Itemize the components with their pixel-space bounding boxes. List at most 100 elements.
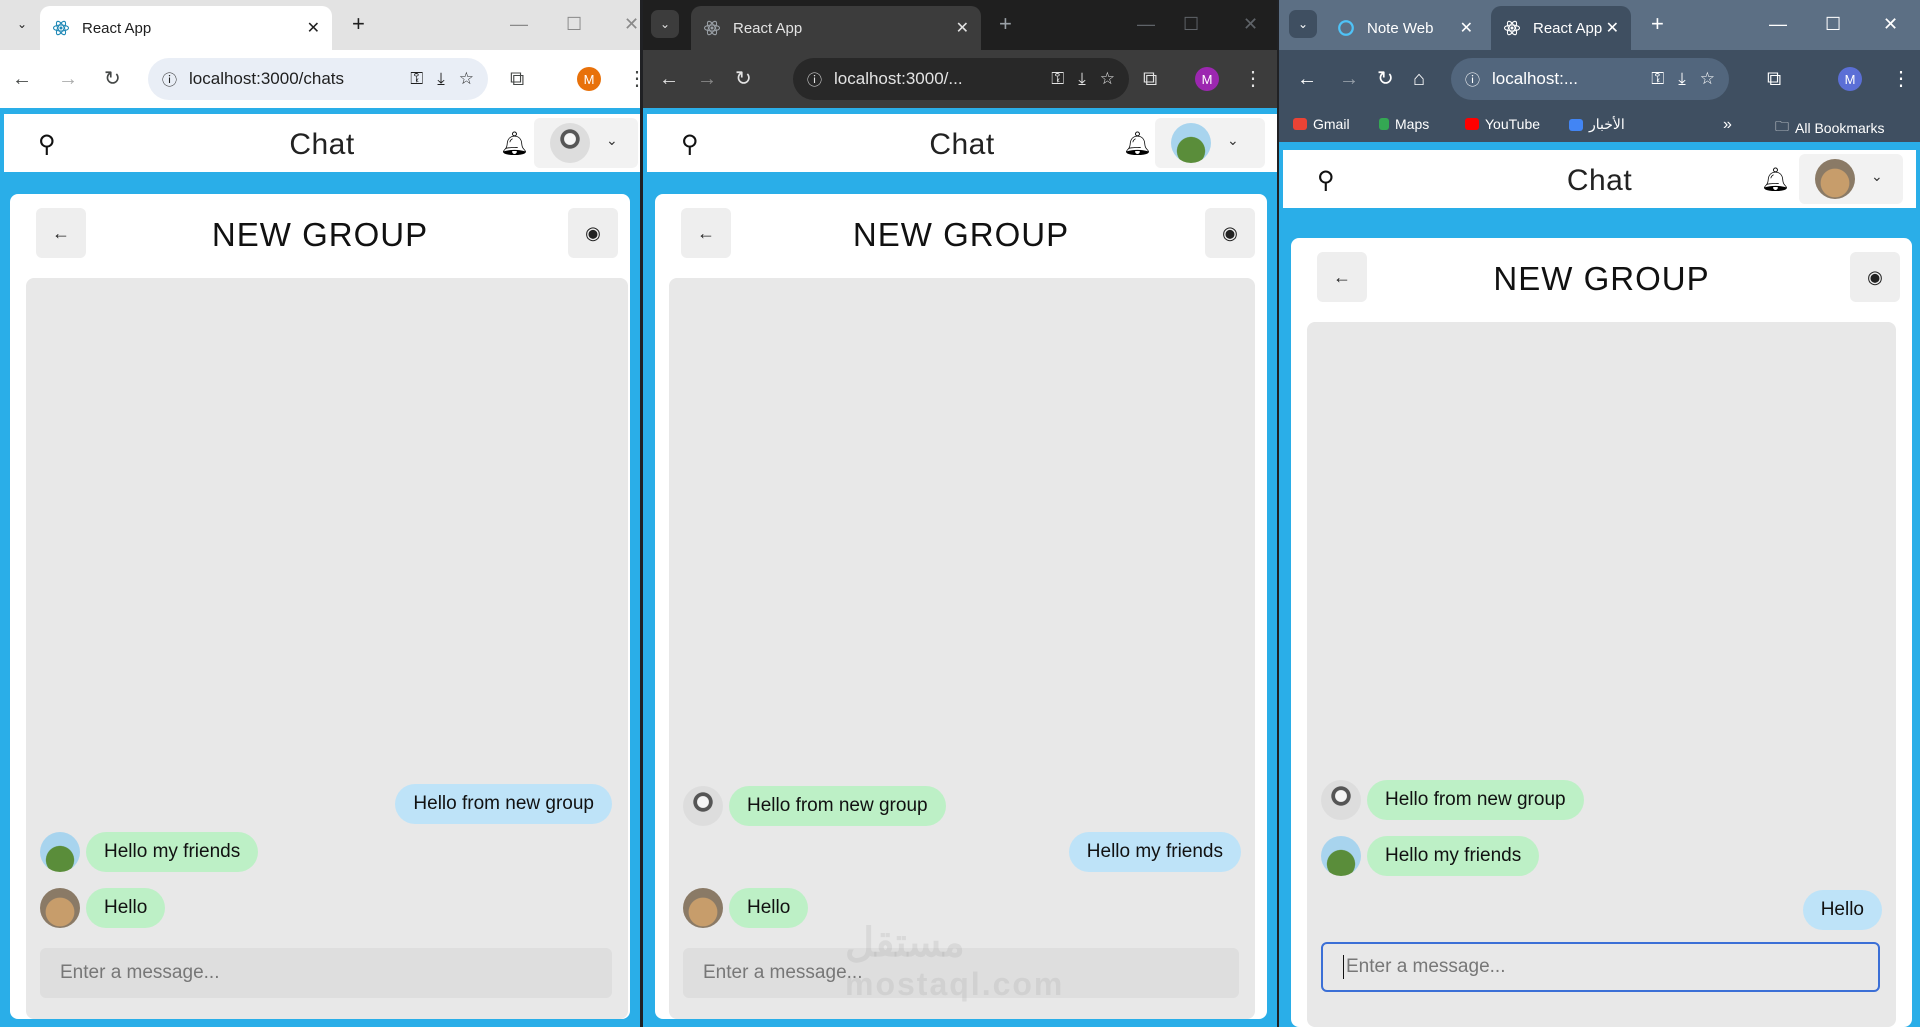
address-bar[interactable]: ⓘ localhost:3000/chats ⚿ ⤓ ☆ [148,58,488,100]
close-icon[interactable]: ✕ [307,18,320,38]
reload-icon[interactable]: ↻ [104,65,121,93]
tab-search-chevron-icon[interactable]: ⌄ [1289,10,1317,38]
tab-react-app[interactable]: React App ✕ [40,6,332,50]
bookmark-youtube[interactable]: YouTube [1465,116,1540,132]
close-icon[interactable]: ✕ [1606,18,1619,38]
message-input[interactable]: Enter a message... [1321,942,1880,992]
maximize-icon[interactable]: ☐ [566,12,582,36]
site-info-icon[interactable]: ⓘ [1465,69,1480,90]
plus-icon[interactable]: + [999,12,1012,36]
menu-icon[interactable]: ⋮ [627,65,640,93]
app-header: ⚲ Chat 🔔︎ ⌄ [647,114,1277,172]
news-icon [1569,118,1583,131]
message-bubble: Hello from new group [395,784,612,824]
install-icon[interactable]: ⤓ [437,69,445,89]
message-bubble: Hello my friends [1367,836,1540,876]
tab-react-app[interactable]: React App ✕ [691,6,981,50]
tab-title: React App [733,19,803,37]
message-bubble: Hello [729,888,809,928]
site-info-icon[interactable]: ⓘ [807,69,822,90]
app-header: ⚲ Chat 🔔︎ ⌄ [4,114,640,172]
arrow-left-icon[interactable]: ← [659,65,679,93]
avatar [683,786,723,826]
tab-search-chevron-icon[interactable]: ⌄ [651,10,679,38]
profile-menu[interactable]: ⌄ [1155,118,1265,168]
eye-icon: ◉ [1867,266,1883,287]
tab-title: React App [82,19,152,37]
bookmark-news[interactable]: الأخبار [1569,116,1625,133]
url-text: localhost:... [1492,69,1579,88]
tab-search-chevron-icon[interactable]: ⌄ [8,10,36,38]
plus-icon[interactable]: + [352,12,365,36]
arrow-left-icon[interactable]: ← [1297,65,1317,93]
maps-icon [1379,118,1389,130]
avatar [40,888,80,928]
arrow-left-icon[interactable]: ← [12,65,32,93]
view-group-button[interactable]: ◉ [568,208,618,258]
bookmark-all[interactable]: 🗀︎ All Bookmarks [1775,116,1884,140]
minimize-icon[interactable]: — [1137,12,1155,36]
address-bar[interactable]: ⓘ localhost:... ⚿ ⤓ ☆ [1451,58,1729,100]
bookmark-gmail[interactable]: Gmail [1293,116,1350,132]
install-icon[interactable]: ⤓ [1078,69,1086,89]
maximize-icon[interactable]: ☐ [1825,12,1841,36]
browser-toolbar: ← → ↻ ⓘ localhost:3000/chats ⚿ ⤓ ☆ ⧉ M ⋮ [0,50,640,108]
message-input[interactable]: Enter a message... [40,948,612,998]
arrow-right-icon[interactable]: → [58,65,78,93]
close-window-icon[interactable]: ✕ [624,12,639,36]
extensions-icon[interactable]: ⧉ [1767,65,1781,93]
message-bubble: Hello from new group [1367,780,1584,820]
star-icon[interactable]: ☆ [459,69,474,89]
view-group-button[interactable]: ◉ [1205,208,1255,258]
minimize-icon[interactable]: — [1769,12,1787,36]
react-icon [703,20,721,36]
profile-menu[interactable]: ⌄ [1799,154,1903,204]
key-icon[interactable]: ⚿ [1651,69,1664,89]
browser-toolbar: ← → ↻ ⌂ ⓘ localhost:... ⚿ ⤓ ☆ ⧉ M ⋮ [1279,50,1920,108]
reload-icon[interactable]: ↻ [735,65,752,93]
star-icon[interactable]: ☆ [1700,69,1715,89]
arrow-right-icon[interactable]: → [1339,65,1359,93]
chevron-down-icon: ⌄ [606,132,618,148]
home-icon[interactable]: ⌂ [1413,65,1425,93]
maximize-icon[interactable]: ☐ [1183,12,1199,36]
chevron-right-icon[interactable]: » [1723,116,1732,134]
avatar [40,832,80,872]
bell-icon[interactable]: 🔔︎ [1123,130,1152,157]
plus-icon[interactable]: + [1651,12,1664,36]
avatar [1171,123,1211,163]
extensions-icon[interactable]: ⧉ [1143,65,1157,93]
close-icon[interactable]: ✕ [956,18,969,38]
group-title: NEW GROUP [211,216,429,253]
reload-icon[interactable]: ↻ [1377,65,1394,93]
menu-icon[interactable]: ⋮ [1243,65,1263,93]
chat-card: ← NEW GROUP ◉ Hello from new group Hello… [1291,238,1912,1027]
tab-note-web[interactable]: Note Web ✕ [1325,6,1485,50]
view-group-button[interactable]: ◉ [1850,252,1900,302]
close-window-icon[interactable]: ✕ [1883,12,1898,36]
menu-icon[interactable]: ⋮ [1891,65,1911,93]
install-icon[interactable]: ⤓ [1678,69,1686,89]
bell-icon[interactable]: 🔔︎ [500,130,529,157]
tab-react-app[interactable]: React App ✕ [1491,6,1631,50]
messages-area: Hello from new group Hello my friends He… [669,278,1255,1019]
extensions-icon[interactable]: ⧉ [510,65,524,93]
bell-icon[interactable]: 🔔︎ [1761,166,1790,193]
key-icon[interactable]: ⚿ [1051,69,1064,89]
url-text: localhost:3000/chats [189,69,345,88]
profile-avatar[interactable]: M [577,67,601,91]
site-info-icon[interactable]: ⓘ [162,69,177,90]
profile-menu[interactable]: ⌄ [534,118,638,168]
profile-avatar[interactable]: M [1838,67,1862,91]
address-bar[interactable]: ⓘ localhost:3000/... ⚿ ⤓ ☆ [793,58,1129,100]
minimize-icon[interactable]: — [510,12,528,36]
profile-avatar[interactable]: M [1195,67,1219,91]
star-icon[interactable]: ☆ [1100,69,1115,89]
key-icon[interactable]: ⚿ [410,69,423,89]
close-icon[interactable]: ✕ [1460,18,1473,38]
arrow-right-icon[interactable]: → [697,65,717,93]
bookmark-maps[interactable]: Maps [1379,116,1429,132]
site-icon [1338,20,1354,36]
browser-window-1: ⌄ React App ✕ + — ☐ ✕ ← → ↻ ⓘ localhost:… [0,0,640,1027]
close-window-icon[interactable]: ✕ [1243,12,1258,36]
